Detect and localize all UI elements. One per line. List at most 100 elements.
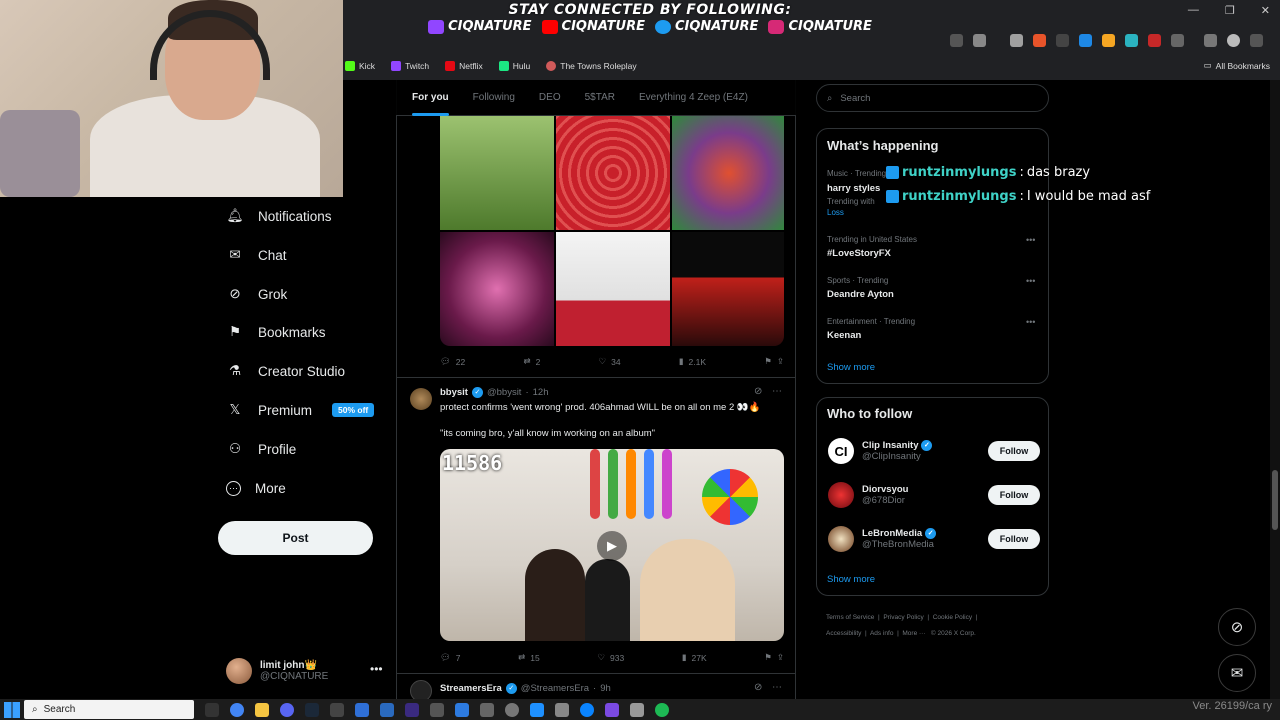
- views-button[interactable]: ▮ 27K: [682, 652, 707, 663]
- follow-suggestion[interactable]: Diorvsyou @678Dior Follow: [828, 477, 1040, 513]
- tab-deo[interactable]: DEO: [539, 92, 561, 103]
- tweet-author-handle[interactable]: @bbysit: [487, 387, 521, 398]
- reply-button[interactable]: 💬︎ 7: [440, 652, 461, 663]
- bookmark-hulu[interactable]: Hulu: [498, 61, 530, 71]
- tab-for-you[interactable]: For you: [412, 92, 449, 116]
- tweet-timestamp[interactable]: 12h: [533, 387, 549, 398]
- footer-link[interactable]: More ···: [902, 630, 925, 637]
- like-button[interactable]: ♡ 933: [597, 652, 624, 663]
- account-switcher[interactable]: limit john👑 @CIQNATURE: [226, 655, 386, 687]
- trend-more-icon[interactable]: •••: [1026, 276, 1035, 286]
- app-icon[interactable]: [480, 702, 494, 717]
- bookmark-icon[interactable]: ⚑: [764, 652, 772, 663]
- spotify-icon[interactable]: [655, 702, 669, 717]
- extension-icon[interactable]: [1033, 34, 1046, 47]
- app-icon[interactable]: [455, 702, 469, 717]
- bookmark-netflix[interactable]: Netflix: [445, 61, 483, 71]
- footer-link[interactable]: Privacy Policy: [883, 614, 923, 621]
- trend-more-icon[interactable]: •••: [1026, 317, 1035, 327]
- grok-icon[interactable]: ⊘: [754, 386, 762, 397]
- messages-floating-button[interactable]: ✉: [1218, 654, 1256, 692]
- extension-icon[interactable]: [1010, 34, 1023, 47]
- nav-grok[interactable]: ⊘ Grok: [226, 282, 287, 306]
- reply-button[interactable]: 💬︎ 22: [440, 356, 465, 367]
- tweet-timestamp[interactable]: 9h: [600, 683, 611, 694]
- vscode-icon[interactable]: [380, 702, 394, 717]
- avatar[interactable]: [410, 388, 432, 410]
- discord-icon[interactable]: [280, 702, 294, 717]
- extension-icon[interactable]: [1056, 34, 1069, 47]
- tweet-image-grid[interactable]: [440, 116, 784, 346]
- footer-link[interactable]: Accessibility: [826, 630, 861, 637]
- app-icon[interactable]: [555, 702, 569, 717]
- follow-suggestion[interactable]: LeBronMedia ✓ @TheBronMedia Follow: [828, 521, 1040, 557]
- tweet-more-icon[interactable]: ⋯: [772, 682, 782, 693]
- share-icon[interactable]: ⇪: [777, 356, 784, 367]
- close-button[interactable]: ✕: [1261, 4, 1270, 17]
- follow-show-more-link[interactable]: Show more: [827, 574, 875, 585]
- trend-item[interactable]: Sports · Trending Deandre Ayton: [827, 276, 1037, 300]
- edge-icon[interactable]: [580, 702, 594, 717]
- trend-item[interactable]: Entertainment · Trending Keenan: [827, 317, 1037, 341]
- windows-start-icon[interactable]: [4, 701, 20, 718]
- footer-link[interactable]: Terms of Service: [826, 614, 874, 621]
- puzzle-icon[interactable]: [1171, 34, 1184, 47]
- tweet-image[interactable]: [556, 116, 670, 230]
- tweet-image[interactable]: [556, 232, 670, 346]
- account-more-icon[interactable]: •••: [370, 662, 383, 676]
- tweet-author-name[interactable]: bbysit: [440, 387, 468, 398]
- repost-button[interactable]: ⇄ 2: [523, 356, 540, 367]
- nav-more[interactable]: ⋯ More: [226, 476, 286, 500]
- tweet-author-name[interactable]: StreamersEra: [440, 683, 502, 694]
- nav-notifications[interactable]: 🔔︎ Notifications: [226, 204, 331, 228]
- bookmark-icon[interactable]: ⚑: [764, 356, 772, 367]
- tweet-video[interactable]: 11586 ▶: [440, 449, 784, 641]
- nav-premium[interactable]: 𝕏 Premium 50% off: [226, 398, 375, 422]
- app-icon[interactable]: [530, 702, 544, 717]
- task-view-icon[interactable]: [205, 702, 219, 717]
- steam-icon[interactable]: [305, 702, 319, 717]
- search-input[interactable]: ⌕ Search: [816, 84, 1049, 112]
- follow-button[interactable]: Follow: [988, 529, 1040, 549]
- app-icon[interactable]: [630, 702, 644, 717]
- nav-chat[interactable]: ✉ Chat: [226, 243, 286, 267]
- tweet-image[interactable]: [672, 232, 784, 346]
- profile-icon[interactable]: [1227, 34, 1240, 47]
- extension-icon[interactable]: [1125, 34, 1138, 47]
- trend-item[interactable]: Trending in United States #LoveStoryFX: [827, 235, 1037, 259]
- premiere-icon[interactable]: [405, 702, 419, 717]
- all-bookmarks-button[interactable]: ▭ All Bookmarks: [1204, 60, 1270, 71]
- photoshop-icon[interactable]: [355, 702, 369, 717]
- screenshot-icon[interactable]: [950, 34, 963, 47]
- follow-button[interactable]: Follow: [988, 485, 1040, 505]
- trend-more-icon[interactable]: •••: [1026, 235, 1035, 245]
- tweet-image[interactable]: [672, 116, 784, 230]
- grok-icon[interactable]: ⊘: [754, 682, 762, 693]
- chrome-icon[interactable]: [230, 702, 244, 717]
- extension-icon[interactable]: [1079, 34, 1092, 47]
- kebab-menu-icon[interactable]: [1250, 34, 1263, 47]
- tweet-more-icon[interactable]: ⋯: [772, 386, 782, 397]
- grok-floating-button[interactable]: ⊘: [1218, 608, 1256, 646]
- tweet-author-handle[interactable]: @StreamersEra: [521, 683, 589, 694]
- media-icon[interactable]: [1204, 34, 1217, 47]
- footer-link[interactable]: Ads info: [870, 630, 894, 637]
- star-icon[interactable]: [973, 34, 986, 47]
- tweet-image[interactable]: [440, 232, 554, 346]
- follow-suggestion[interactable]: CI Clip Insanity ✓ @ClipInsanity Follow: [828, 433, 1040, 469]
- bookmark-kick[interactable]: Kick: [345, 61, 375, 71]
- restore-button[interactable]: ❐: [1225, 4, 1235, 17]
- nav-bookmarks[interactable]: ⚑ Bookmarks: [226, 320, 326, 344]
- play-icon[interactable]: ▶: [597, 531, 627, 561]
- app-icon[interactable]: [605, 702, 619, 717]
- post-button[interactable]: Post: [218, 521, 373, 555]
- tab-5star[interactable]: 5$TAR: [585, 92, 615, 103]
- extension-icon[interactable]: [1102, 34, 1115, 47]
- bookmark-towns-roleplay[interactable]: The Towns Roleplay: [546, 61, 637, 71]
- tab-everything-4-zeep[interactable]: Everything 4 Zeep (E4Z): [639, 92, 748, 103]
- tweet-image[interactable]: [440, 116, 554, 230]
- minimize-button[interactable]: —: [1188, 4, 1199, 17]
- scrollbar-thumb[interactable]: [1272, 470, 1278, 530]
- share-icon[interactable]: ⇪: [777, 652, 784, 663]
- extension-icon[interactable]: [1148, 34, 1161, 47]
